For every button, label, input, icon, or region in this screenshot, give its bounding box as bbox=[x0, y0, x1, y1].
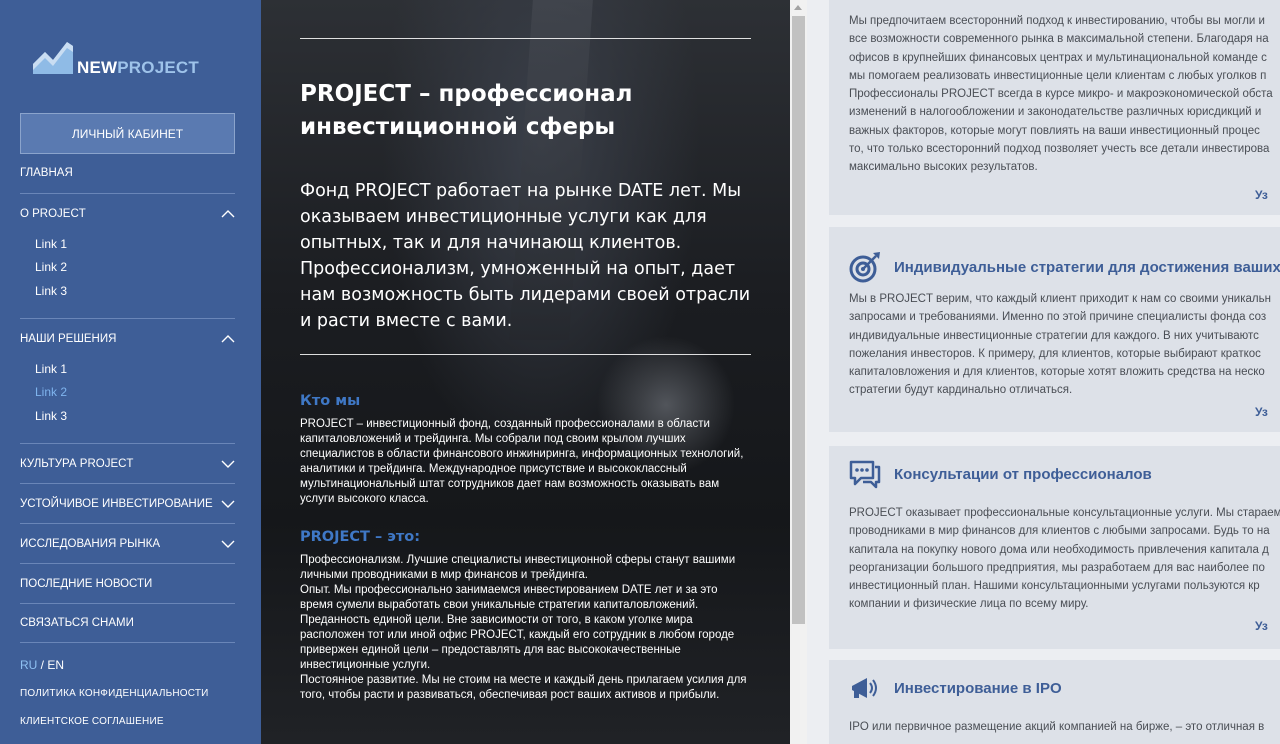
card-text-line: важных факторов, которые могут повлиять … bbox=[849, 124, 1260, 137]
ipo-card-title: Инвестирование в IPO bbox=[894, 679, 1062, 697]
hero-title: PROJECT – профессионал инвестиционной сф… bbox=[300, 81, 633, 140]
lang-en-link[interactable]: EN bbox=[47, 658, 64, 672]
card-text-line: мы помогаем реализовать инвестиционные ц… bbox=[849, 69, 1267, 82]
ipo-card: Инвестирование в IPO IPO или первичное р… bbox=[829, 660, 1280, 744]
read-more-link[interactable]: Уз bbox=[1255, 188, 1268, 202]
hero-section: PROJECT – профессионал инвестиционной сф… bbox=[261, 0, 790, 744]
strategies-card-text: Мы в PROJECT верим, что каждый клиент пр… bbox=[849, 290, 1280, 400]
card-text-line: стратегии будут кардинально отличаться. bbox=[849, 384, 1073, 397]
chevron-up-icon[interactable] bbox=[221, 332, 235, 346]
card-text-line: Мы в PROJECT верим, что каждый клиент пр… bbox=[849, 293, 1271, 305]
card-text-line: Профессионалы PROJECT всегда в курсе мик… bbox=[849, 88, 1273, 101]
nav-item-culture-label: КУЛЬТУРА PROJECT bbox=[20, 457, 134, 470]
nav-sub-solutions-link-2[interactable]: Link 2 bbox=[35, 385, 67, 399]
scroll-up-arrow-icon[interactable] bbox=[794, 5, 802, 10]
hero-lead: Фонд PROJECT работает на рынке DATE лет.… bbox=[300, 181, 751, 331]
card-text-line: пожелания инвесторов. К примеру, для кли… bbox=[849, 347, 1261, 360]
card-text-line: то, что только всесторонний подход позво… bbox=[849, 143, 1270, 156]
project-is-heading: PROJECT – это: bbox=[300, 529, 421, 545]
chevron-down-icon[interactable] bbox=[221, 497, 235, 511]
card-text-line: запросами и требованиями. Именно по этой… bbox=[849, 311, 1267, 324]
nav-item-research[interactable]: ИССЛЕДОВАНИЯ РЫНКА bbox=[20, 523, 235, 563]
nav-sub-solutions-link-1[interactable]: Link 1 bbox=[35, 362, 67, 376]
brand-name: NEWPROJECT bbox=[77, 58, 199, 78]
nav-item-research-label: ИССЛЕДОВАНИЯ РЫНКА bbox=[20, 537, 160, 550]
card-text-line: проводниками в мир финансов для клиентов… bbox=[849, 525, 1270, 538]
privacy-policy-link[interactable]: ПОЛИТИКА КОНФИДЕНЦИАЛЬНОСТИ bbox=[20, 688, 209, 699]
card-text-line: реорганизации большого предприятия, мы р… bbox=[849, 561, 1265, 574]
who-we-are-text: PROJECT – инвестиционный фонд, созданный… bbox=[300, 418, 744, 505]
language-switcher: RU / EN bbox=[20, 658, 64, 672]
nav-sub-about-link-1[interactable]: Link 1 bbox=[35, 237, 67, 251]
scrollbar-thumb[interactable] bbox=[792, 16, 805, 624]
project-is-item: Преданность единой цели. Вне зависимости… bbox=[300, 614, 735, 671]
project-is-list: Профессионализм. Лучшие специалисты инве… bbox=[300, 553, 752, 703]
card-text-line: капиталовложения и для клиентов, которые… bbox=[849, 366, 1265, 379]
logo[interactable]: NEWPROJECT bbox=[33, 36, 199, 78]
card-text-line: капитала на покупку нового дома или необ… bbox=[849, 543, 1269, 556]
card-text-line: IPO или первичное размещение акций компа… bbox=[849, 721, 1265, 733]
chevron-up-icon[interactable] bbox=[221, 207, 235, 221]
read-more-link[interactable]: Уз bbox=[1255, 405, 1268, 419]
target-icon bbox=[849, 252, 880, 283]
personal-cabinet-button[interactable]: ЛИЧНЫЙ КАБИНЕТ bbox=[20, 113, 235, 154]
nav-item-main[interactable]: ГЛАВНАЯ bbox=[20, 153, 235, 193]
read-more-link[interactable]: Уз bbox=[1255, 619, 1268, 633]
hero-mid-divider bbox=[300, 354, 751, 355]
nav-sub-about-link-3[interactable]: Link 3 bbox=[35, 284, 67, 298]
approach-card: Мы предпочитаем всесторонний подход к ин… bbox=[829, 0, 1280, 215]
chevron-down-icon[interactable] bbox=[221, 537, 235, 551]
nav-item-main-label: ГЛАВНАЯ bbox=[20, 167, 73, 179]
chat-icon bbox=[849, 460, 881, 489]
project-is-item: Опыт. Мы профессионально занимаемся инве… bbox=[300, 584, 718, 611]
brand-part-new: NEW bbox=[77, 58, 118, 77]
sidebar: NEWPROJECT ЛИЧНЫЙ КАБИНЕТ ГЛАВНАЯ О PROJ… bbox=[0, 0, 261, 744]
nav-item-about[interactable]: О PROJECT bbox=[20, 193, 235, 233]
nav-item-about-label: О PROJECT bbox=[20, 207, 86, 220]
card-text-line: компании и физические лица по всему миру… bbox=[849, 598, 1089, 611]
nav-item-solutions[interactable]: НАШИ РЕШЕНИЯ bbox=[20, 318, 235, 358]
card-text-line: изменений в налогообложении и законодате… bbox=[849, 106, 1262, 119]
strategies-card-title: Индивидуальные стратегии для достижения … bbox=[894, 258, 1280, 276]
nav-item-contact[interactable]: СВЯЗАТЬСЯ СНАМИ bbox=[20, 603, 235, 643]
consulting-card-title: Консультации от профессионалов bbox=[894, 465, 1152, 483]
card-text-line: офисов в крупнейших финансовых центрах и… bbox=[849, 51, 1267, 64]
consulting-card-text: PROJECT оказывает профессиональные консу… bbox=[849, 504, 1280, 614]
nav-item-sustainable[interactable]: УСТОЙЧИВОЕ ИНВЕСТИРОВАНИЕ bbox=[20, 483, 235, 523]
lang-ru-link[interactable]: RU bbox=[20, 658, 37, 672]
consulting-card-header: Консультации от профессионалов bbox=[849, 458, 1152, 490]
lang-separator: / bbox=[37, 658, 48, 672]
strategies-card-header: Индивидуальные стратегии для достижения … bbox=[849, 251, 1280, 283]
nav-item-sustainable-label: УСТОЙЧИВОЕ ИНВЕСТИРОВАНИЕ bbox=[20, 497, 213, 510]
card-text-line: Мы предпочитаем всесторонний подход к ин… bbox=[849, 15, 1265, 27]
content-column: Мы предпочитаем всесторонний подход к ин… bbox=[807, 0, 1280, 744]
who-we-are-heading: Кто мы bbox=[300, 393, 361, 409]
megaphone-icon bbox=[852, 678, 877, 698]
card-text-line: PROJECT оказывает профессиональные консу… bbox=[849, 507, 1280, 519]
ipo-card-header: Инвестирование в IPO bbox=[849, 672, 1062, 704]
nav-sub-solutions-link-3[interactable]: Link 3 bbox=[35, 409, 67, 423]
logo-chart-icon bbox=[33, 42, 73, 74]
project-is-item: Постоянное развитие. Мы не стоим на мест… bbox=[300, 674, 747, 701]
nav-item-news-label: ПОСЛЕДНИЕ НОВОСТИ bbox=[20, 577, 153, 590]
consulting-card: Консультации от профессионалов PROJECT о… bbox=[829, 446, 1280, 649]
ipo-card-text: IPO или первичное размещение акций компа… bbox=[849, 718, 1280, 736]
nav-item-culture[interactable]: КУЛЬТУРА PROJECT bbox=[20, 443, 235, 483]
project-is-item: Профессионализм. Лучшие специалисты инве… bbox=[300, 554, 736, 581]
card-text-line: максимально высоких результатов. bbox=[849, 161, 1038, 174]
chevron-down-icon[interactable] bbox=[221, 457, 235, 471]
approach-card-text: Мы предпочитаем всесторонний подход к ин… bbox=[849, 12, 1280, 177]
client-agreement-link[interactable]: КЛИЕНТСКОЕ СОГЛАШЕНИЕ bbox=[20, 716, 164, 727]
scrollbar[interactable] bbox=[790, 0, 807, 744]
card-text-line: индивидуальные инвестиционные стратегии … bbox=[849, 329, 1259, 342]
card-text-line: все возможности современного рынка в мак… bbox=[849, 33, 1269, 46]
strategies-card: Индивидуальные стратегии для достижения … bbox=[829, 227, 1280, 432]
hero-top-divider bbox=[300, 38, 751, 39]
card-text-line: инвестиционный план. Нашими консультацио… bbox=[849, 580, 1260, 593]
nav-item-solutions-label: НАШИ РЕШЕНИЯ bbox=[20, 332, 117, 345]
nav-sub-about-link-2[interactable]: Link 2 bbox=[35, 260, 67, 274]
nav-item-contact-label: СВЯЗАТЬСЯ СНАМИ bbox=[20, 617, 134, 629]
brand-part-project: PROJECT bbox=[117, 58, 199, 77]
nav-item-news[interactable]: ПОСЛЕДНИЕ НОВОСТИ bbox=[20, 563, 235, 603]
